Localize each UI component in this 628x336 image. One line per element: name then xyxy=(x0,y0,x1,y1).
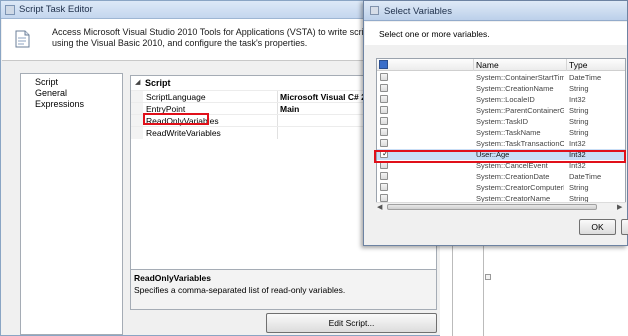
variable-row[interactable]: System::TaskTransactionO... Int32 xyxy=(377,138,625,149)
variable-name: System::ContainerStartTime xyxy=(476,73,564,82)
variable-type: DateTime xyxy=(569,172,602,181)
variable-checkbox[interactable] xyxy=(380,194,388,202)
variable-row[interactable]: System::CreatorComputerN... String xyxy=(377,182,625,193)
variable-name: System::TaskID xyxy=(476,117,529,126)
editor-title: Script Task Editor xyxy=(19,4,93,15)
dialog-app-icon xyxy=(370,6,379,15)
variable-type: String xyxy=(569,183,589,192)
variables-list: Name Type System::ContainerStartTimeDate… xyxy=(376,58,626,210)
variable-checkbox[interactable] xyxy=(380,84,388,92)
variable-name: System::ParentContainerGU... xyxy=(476,106,564,115)
variables-list-header: Name Type xyxy=(377,59,625,71)
scroll-right-icon[interactable]: ▶ xyxy=(617,203,622,211)
variable-type: String xyxy=(569,106,589,115)
variable-checkbox[interactable] xyxy=(380,128,388,136)
property-key: ReadWriteVariables xyxy=(146,128,221,138)
edit-script-button[interactable]: Edit Script... xyxy=(266,313,437,333)
description-text: Specifies a comma-separated list of read… xyxy=(134,285,346,295)
cancel-button[interactable] xyxy=(621,219,628,235)
designer-surface xyxy=(440,246,628,336)
description-title: ReadOnlyVariables xyxy=(134,273,212,283)
variable-row[interactable]: System::TaskID String xyxy=(377,116,625,127)
property-value[interactable]: Main xyxy=(280,104,299,114)
variable-row[interactable]: System::CreationName String xyxy=(377,83,625,94)
column-header-type[interactable]: Type xyxy=(569,60,587,70)
variable-name: System::CreatorComputerN... xyxy=(476,183,564,192)
nav-item-script[interactable]: Script xyxy=(35,77,58,87)
collapse-arrow-icon[interactable]: ◢ xyxy=(135,78,140,86)
variable-checkbox[interactable] xyxy=(380,95,388,103)
property-key: ScriptLanguage xyxy=(146,92,206,102)
variable-checkbox[interactable] xyxy=(380,73,388,81)
dialog-title-bar[interactable]: Select Variables xyxy=(364,1,627,21)
select-variables-dialog: Select Variables Select one or more vari… xyxy=(363,0,628,246)
horizontal-scrollbar[interactable]: ◀ ▶ xyxy=(376,202,626,211)
dialog-title: Select Variables xyxy=(384,6,452,17)
column-header-name[interactable]: Name xyxy=(476,60,499,70)
readonly-variables-highlight xyxy=(143,113,209,125)
dialog-header: Select one or more variables. xyxy=(365,22,627,45)
variable-row[interactable]: System::LocaleID Int32 xyxy=(377,94,625,105)
variable-name: System::LocaleID xyxy=(476,95,535,104)
resize-handle-icon xyxy=(485,274,491,280)
variable-row[interactable]: System::TaskName String xyxy=(377,127,625,138)
variable-type: String xyxy=(569,128,589,137)
nav-item-expressions[interactable]: Expressions xyxy=(35,99,84,109)
variable-type: DateTime xyxy=(569,73,602,82)
variable-type: Int32 xyxy=(569,95,586,104)
scrollbar-thumb[interactable] xyxy=(387,204,597,210)
variable-checkbox[interactable] xyxy=(380,183,388,191)
variable-checkbox[interactable] xyxy=(380,117,388,125)
nav-item-general[interactable]: General xyxy=(35,88,67,98)
variable-type: String xyxy=(569,117,589,126)
property-description-panel: ReadOnlyVariables Specifies a comma-sepa… xyxy=(130,269,437,310)
banner-description: Access Microsoft Visual Studio 2010 Tool… xyxy=(52,27,376,48)
variable-checkbox[interactable] xyxy=(380,172,388,180)
variable-row[interactable]: System::CreationDate DateTime xyxy=(377,171,625,182)
window-app-icon xyxy=(5,5,15,15)
variable-row[interactable]: System::ContainerStartTime DateTime xyxy=(377,72,625,83)
ok-button[interactable]: OK xyxy=(579,219,616,235)
variable-type: String xyxy=(569,84,589,93)
variable-name: System::CreationDate xyxy=(476,172,550,181)
dialog-instruction: Select one or more variables. xyxy=(379,29,490,39)
variable-row[interactable]: System::ParentContainerGU... String xyxy=(377,105,625,116)
category-label: Script xyxy=(145,78,171,88)
scroll-left-icon[interactable]: ◀ xyxy=(377,203,382,211)
editor-nav-list: Script General Expressions xyxy=(20,73,123,335)
variable-name: System::TaskName xyxy=(476,128,541,137)
variable-checkbox[interactable] xyxy=(380,106,388,114)
variable-checkbox[interactable] xyxy=(380,139,388,147)
select-all-checkbox[interactable] xyxy=(379,60,388,69)
variable-type: Int32 xyxy=(569,139,586,148)
variable-name: System::CreationName xyxy=(476,84,554,93)
variable-name: System::TaskTransactionO... xyxy=(476,139,564,148)
script-task-icon xyxy=(15,30,30,48)
user-age-highlight xyxy=(374,150,626,163)
